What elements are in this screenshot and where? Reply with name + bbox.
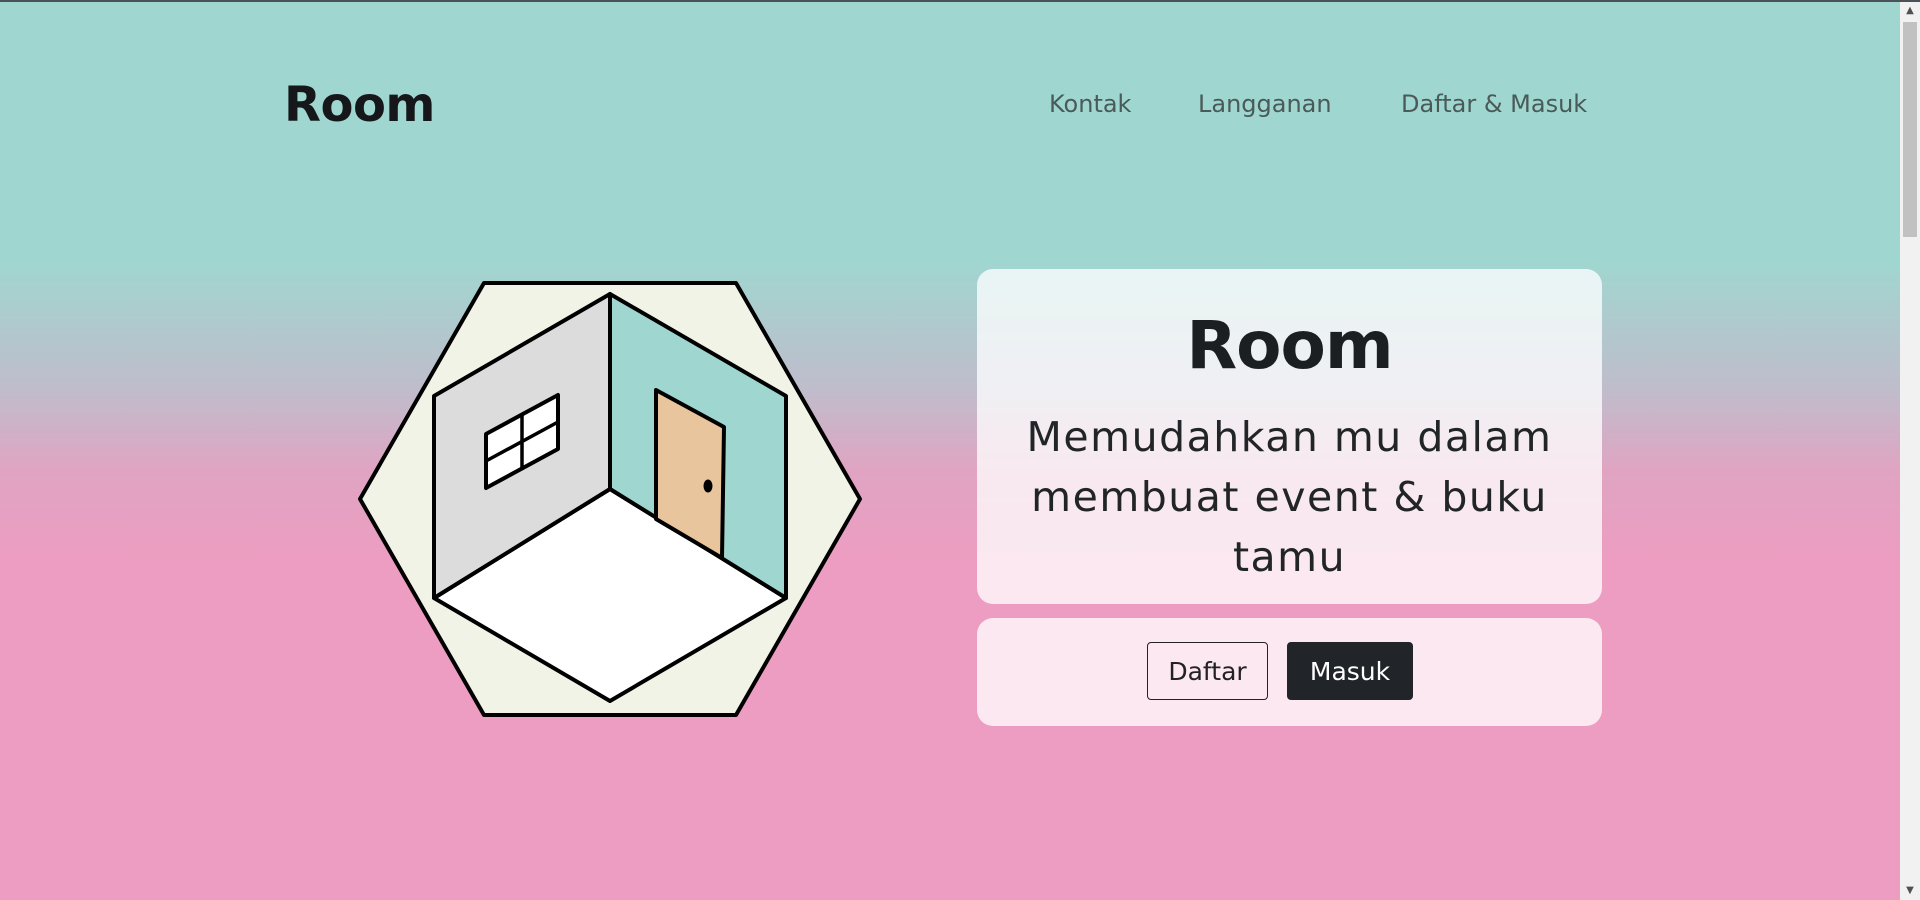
hero-title: Room [1186, 307, 1393, 384]
scrollbar-thumb[interactable] [1903, 22, 1917, 237]
nav-link-kontak[interactable]: Kontak [1049, 90, 1131, 118]
hero-actions: Daftar Masuk [977, 618, 1602, 726]
isometric-room-icon [358, 281, 862, 717]
register-button[interactable]: Daftar [1147, 642, 1268, 700]
hero-subtitle: Memudahkan mu dalam membuat event & buku… [1026, 413, 1553, 581]
page: Room Kontak Langganan Daftar & Masuk Roo… [0, 2, 1900, 900]
login-button[interactable]: Masuk [1287, 642, 1413, 700]
nav-link-daftar-masuk[interactable]: Daftar & Masuk [1401, 90, 1587, 118]
scroll-down-arrow-icon[interactable]: ▼ [1900, 882, 1920, 900]
scroll-up-arrow-icon[interactable]: ▲ [1900, 2, 1920, 20]
nav-link-langganan[interactable]: Langganan [1198, 90, 1332, 118]
hero-card: Room Memudahkan mu dalam membuat event &… [977, 269, 1602, 604]
logo[interactable]: Room [284, 77, 435, 133]
vertical-scrollbar[interactable]: ▲ ▼ [1900, 2, 1920, 900]
